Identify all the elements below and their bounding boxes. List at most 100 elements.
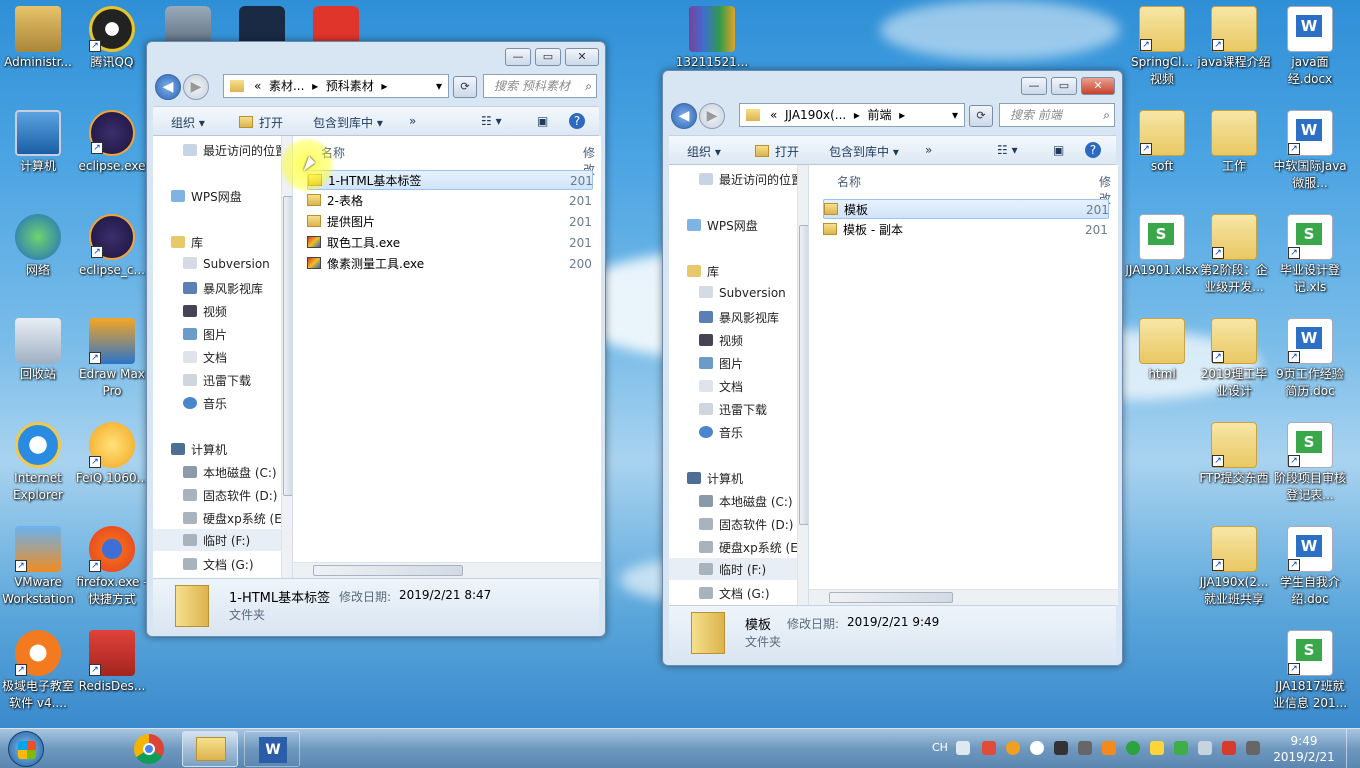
desktop-right-icon-13[interactable]: ↗ 阶段项目审核登记表... (1272, 418, 1348, 504)
desktop-left-icon-11[interactable]: ↗ firefox.exe - 快捷方式 (74, 522, 150, 608)
nav-drive-e[interactable]: 硬盘xp系统 (E: (183, 510, 286, 527)
nav-pictures[interactable]: 图片 (699, 355, 743, 372)
organize-button[interactable]: 组织 ▾ (171, 114, 205, 131)
column-header-name[interactable]: 名称 (837, 173, 861, 190)
scroll-thumb[interactable] (313, 565, 463, 576)
nav-drive-c[interactable]: 本地磁盘 (C:) (699, 493, 793, 510)
cloud-icon[interactable] (1030, 741, 1044, 755)
desktop-right-icon-16[interactable]: ↗ JJA1817班就业信息 201... (1272, 626, 1348, 712)
back-button[interactable]: ◀ (671, 103, 697, 129)
file-list[interactable]: 名称 修改 1-HTML基本标签2012-表格201提供图片201取色工具.ex… (293, 136, 601, 578)
nav-wps[interactable]: WPS网盘 (171, 188, 242, 205)
start-button[interactable] (8, 731, 44, 767)
word-taskbar-button[interactable]: W (244, 731, 300, 767)
file-row[interactable]: 1-HTML基本标签 201 (307, 170, 593, 190)
forward-button[interactable]: ▶ (183, 74, 209, 100)
scroll-thumb[interactable] (799, 225, 808, 525)
clock[interactable]: 9:49 2019/2/21 (1272, 733, 1336, 765)
forward-button[interactable]: ▶ (699, 103, 725, 129)
nav-library[interactable]: 库 (687, 263, 719, 280)
nav-subversion[interactable]: Subversion (183, 257, 270, 271)
file-row[interactable]: 取色工具.exe 201 (307, 233, 593, 253)
nav-subversion[interactable]: Subversion (699, 286, 786, 300)
help-icon[interactable]: ? (1085, 142, 1101, 158)
nav-documents[interactable]: 文档 (183, 349, 227, 366)
maximize-button[interactable]: ▭ (1051, 77, 1077, 95)
list-horizontal-scrollbar[interactable] (293, 562, 601, 578)
nav-xunlei[interactable]: 迅雷下载 (183, 372, 251, 389)
nav-drive-f[interactable]: 临时 (F:) (153, 529, 292, 551)
desktop-left-icon-3[interactable]: ↗ eclipse.exe (74, 106, 150, 175)
nav-drive-g[interactable]: 文档 (G:) (183, 556, 254, 573)
title-bar[interactable]: — ▭ ✕ (663, 71, 1122, 101)
chevron-right-icon[interactable]: ▸ (899, 108, 905, 122)
blocked-icon[interactable] (1222, 741, 1236, 755)
desktop-left-icon-12[interactable]: ↗ 极域电子教室软件 v4.... (0, 626, 76, 712)
chevron-down-icon[interactable]: ▾ (952, 104, 958, 126)
desktop-right-icon-7[interactable]: ↗ 第2阶段：企业级开发... (1196, 210, 1272, 296)
language-indicator[interactable]: CH (932, 741, 948, 754)
close-button[interactable]: ✕ (565, 48, 599, 66)
file-row[interactable]: 提供图片 201 (307, 212, 593, 232)
desktop-right-icon-12[interactable]: ↗ FTP提交东西 (1196, 418, 1272, 487)
desktop-right-icon-0[interactable]: ↗ SpringCl... 视频 (1124, 2, 1200, 88)
nav-wps[interactable]: WPS网盘 (687, 217, 758, 234)
desktop-left-icon-5[interactable]: ↗ eclipse_c... (74, 210, 150, 279)
nav-drive-f[interactable]: 临时 (F:) (669, 558, 808, 580)
desktop-right-icon-8[interactable]: ↗ 毕业设计登记.xls (1272, 210, 1348, 296)
include-in-library-button[interactable]: 包含到库中 ▾ (829, 143, 899, 160)
nav-recent[interactable]: 最近访问的位置 (183, 142, 287, 159)
address-overflow[interactable]: « (770, 108, 777, 122)
refresh-button[interactable]: ⟳ (453, 76, 477, 98)
chevron-right-icon[interactable]: ▸ (312, 79, 318, 93)
desktop-right-icon-1[interactable]: ↗ java课程介绍 (1196, 2, 1272, 71)
nav-xunlei[interactable]: 迅雷下载 (699, 401, 767, 418)
desktop-right-icon-10[interactable]: ↗ 2019理工毕业设计 (1196, 314, 1272, 400)
desktop-left-icon-8[interactable]: Internet Explorer (0, 418, 76, 504)
nav-computer[interactable]: 计算机 (687, 470, 743, 487)
show-desktop-button[interactable] (1346, 729, 1360, 768)
file-list[interactable]: 名称 修改 模板201模板 - 副本201 (809, 165, 1118, 605)
nav-drive-d[interactable]: 固态软件 (D:) (183, 487, 277, 504)
nav-music[interactable]: 音乐 (183, 395, 227, 412)
file-row[interactable]: 模板 201 (823, 199, 1109, 219)
nav-video[interactable]: 视频 (183, 303, 227, 320)
nav-baofeng[interactable]: 暴风影视库 (699, 309, 779, 326)
navigation-pane[interactable]: 最近访问的位置 WPS网盘 库 Subversion 暴风影视库 视频 图片 文… (153, 136, 293, 578)
explorer-window-2[interactable]: — ▭ ✕ ◀ ▶ « JJA190x(... ▸ 前端 ▸ ▾ ⟳ 搜索 前端… (662, 70, 1123, 666)
organize-button[interactable]: 组织 ▾ (687, 143, 721, 160)
address-segment[interactable]: 预科素材 (326, 79, 374, 93)
desktop-left-icon-9[interactable]: ↗ FeiQ.1060... (74, 418, 150, 487)
refresh-button[interactable]: ⟳ (969, 105, 993, 127)
view-options-icon[interactable]: ☷ ▾ (481, 114, 502, 128)
nav-pictures[interactable]: 图片 (183, 326, 227, 343)
search-input[interactable]: 搜索 预科素材 ⌕ (483, 74, 597, 98)
file-row[interactable]: 2-表格 201 (307, 191, 593, 211)
nav-video[interactable]: 视频 (699, 332, 743, 349)
list-horizontal-scrollbar[interactable] (809, 589, 1118, 605)
view-options-icon[interactable]: ☷ ▾ (997, 143, 1018, 157)
preview-pane-icon[interactable]: ▣ (537, 114, 548, 128)
scroll-thumb[interactable] (829, 592, 953, 603)
explorer-window-1[interactable]: — ▭ ✕ ◀ ▶ « 素材... ▸ 预科素材 ▸ ▾ ⟳ 搜索 预科素材 ⌕… (146, 41, 606, 637)
file-row[interactable]: 像素测量工具.exe 200 (307, 254, 593, 274)
volume-icon[interactable] (1150, 741, 1164, 755)
chrome-icon[interactable] (134, 734, 164, 764)
desktop-right-icon-3[interactable]: ↗ soft (1124, 106, 1200, 175)
nav-drive-c[interactable]: 本地磁盘 (C:) (183, 464, 277, 481)
shield-icon[interactable] (1174, 741, 1188, 755)
app-tray-icon[interactable] (1006, 741, 1020, 755)
nav-documents[interactable]: 文档 (699, 378, 743, 395)
desktop-left-icon-1[interactable]: ↗ 腾讯QQ (74, 2, 150, 71)
desktop-left-icon-4[interactable]: 网络 (0, 210, 76, 279)
nav-library[interactable]: 库 (171, 234, 203, 251)
chevron-down-icon[interactable]: ▾ (436, 75, 442, 97)
preview-pane-icon[interactable]: ▣ (1053, 143, 1064, 157)
desktop-left-icon-7[interactable]: ↗ Edraw Max Pro (74, 314, 150, 400)
desktop-top-icon-3[interactable]: 13211521... (674, 2, 750, 71)
desktop-right-icon-11[interactable]: ↗ 9页工作经验简历.doc (1272, 314, 1348, 400)
scroll-thumb[interactable] (283, 196, 292, 496)
include-in-library-button[interactable]: 包含到库中 ▾ (313, 114, 383, 131)
nav-baofeng[interactable]: 暴风影视库 (183, 280, 263, 297)
app-tray-icon[interactable] (1078, 741, 1092, 755)
